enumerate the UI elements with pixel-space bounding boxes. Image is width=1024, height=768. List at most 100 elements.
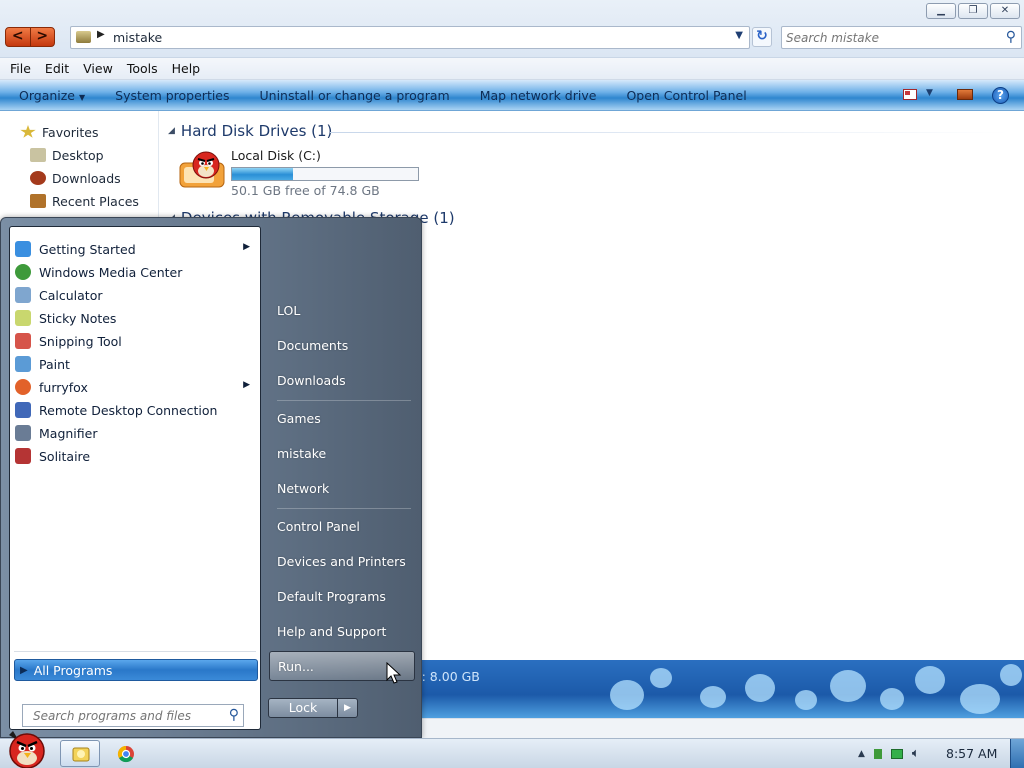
program-label: Magnifier [39,425,98,441]
taskbar-chrome-button[interactable] [106,740,146,767]
start-place-default-programs[interactable]: Default Programs [269,581,415,611]
start-search-input[interactable] [33,707,213,724]
program-furryfox[interactable]: furryfox ▶ [12,376,258,398]
breadcrumb-mistake[interactable]: mistake [113,30,162,45]
network-icon[interactable] [890,748,903,759]
system-properties-button[interactable]: System properties [100,88,244,103]
nav-item-label: Downloads [52,170,121,186]
nav-downloads[interactable]: Downloads [30,168,121,188]
program-label: Solitaire [39,448,91,464]
submenu-arrow-icon[interactable]: ▶ [243,242,250,252]
search-icon[interactable]: ⚲ [1006,29,1016,45]
start-place-devices-printers[interactable]: Devices and Printers [269,546,415,576]
magnifier-icon [15,425,31,441]
sticky-notes-icon [15,310,31,326]
place-label: Devices and Printers [277,553,406,569]
menu-tools[interactable]: Tools [120,61,165,76]
search-box[interactable]: ⚲ [781,26,1022,49]
back-forward-buttons[interactable]: < > [5,27,55,47]
place-label: mistake [277,445,327,461]
start-place-help-support[interactable]: Help and Support [269,616,415,646]
snipping-tool-icon [15,333,31,349]
disk-usage-bar [231,167,419,181]
divider [277,508,411,509]
show-hidden-icons-icon[interactable]: ▲ [858,749,865,759]
search-input[interactable] [786,29,996,46]
nav-item-label: Favorites [42,124,99,140]
menu-help[interactable]: Help [165,61,208,76]
program-sticky-notes[interactable]: Sticky Notes [12,307,258,329]
map-network-drive-button[interactable]: Map network drive [465,88,612,103]
organize-button[interactable]: Organize ▼ [4,88,100,103]
address-bar[interactable]: ▶ mistake ▼ [70,26,750,49]
shutdown-options-arrow-icon[interactable]: ▶ [337,698,358,718]
view-dropdown-icon[interactable]: ▼ [926,88,933,98]
start-place-control-panel[interactable]: Control Panel [269,511,415,541]
program-calculator[interactable]: Calculator [12,284,258,306]
system-tray: ▲ 🔈︎ [858,746,920,761]
nav-desktop[interactable]: Desktop [30,145,104,165]
start-place-documents[interactable]: Documents [269,330,415,360]
menu-view[interactable]: View [76,61,120,76]
menu-file[interactable]: File [3,61,38,76]
start-place-games[interactable]: Games [269,403,415,433]
search-icon[interactable]: ⚲ [229,707,239,723]
program-solitaire[interactable]: Solitaire [12,445,258,467]
all-programs-button[interactable]: ▶ All Programs [14,659,258,681]
minimize-button[interactable]: ▁ [926,3,956,19]
program-snipping-tool[interactable]: Snipping Tool [12,330,258,352]
preview-pane-icon[interactable] [957,89,973,100]
program-label: Getting Started [39,241,136,257]
address-dropdown-icon[interactable]: ▼ [735,30,743,41]
menu-edit[interactable]: Edit [38,61,76,76]
group-title: Hard Disk Drives (1) [180,122,333,140]
divider [14,651,256,652]
refresh-icon[interactable]: ↻ [752,27,772,47]
background-decoration [1000,664,1022,686]
clock[interactable]: 8:57 AM [946,746,997,761]
program-label: Calculator [39,287,103,303]
back-arrow-icon[interactable]: < [6,28,31,46]
local-disk-name[interactable]: Local Disk (C:) [231,148,321,163]
close-button[interactable]: ✕ [990,3,1020,19]
nav-favorites[interactable]: Favorites [20,122,98,142]
disk-usage-fill [232,168,294,180]
group-hard-disk-drives[interactable]: ◢ Hard Disk Drives (1) [168,121,332,141]
volume-icon[interactable]: 🔈︎ [912,746,920,761]
start-place-lol[interactable]: LOL [269,295,415,325]
action-center-flag-icon[interactable] [873,748,882,759]
start-button-icon[interactable] [3,727,51,768]
lock-button[interactable]: Lock [268,698,338,718]
expand-arrow-icon: ▶ [20,664,28,676]
show-desktop-button[interactable] [1010,739,1024,768]
nav-recent-places[interactable]: Recent Places [30,191,139,211]
program-getting-started[interactable]: Getting Started ▶ [12,238,258,260]
change-view-icon[interactable] [903,89,917,100]
organize-label: Organize [19,87,75,103]
start-place-downloads[interactable]: Downloads [269,365,415,395]
collapse-triangle-icon[interactable]: ◢ [168,126,175,136]
local-disk-icon[interactable] [178,149,226,191]
taskbar-explorer-button[interactable] [60,740,100,767]
lock-label: Lock [288,700,318,715]
place-label: Downloads [277,372,346,388]
calculator-icon [15,287,31,303]
submenu-arrow-icon[interactable]: ▶ [243,380,250,390]
start-place-network[interactable]: Network [269,473,415,503]
restore-button[interactable]: ❐ [958,3,988,19]
program-magnifier[interactable]: Magnifier [12,422,258,444]
program-windows-media-center[interactable]: Windows Media Center [12,261,258,283]
nav-item-label: Recent Places [52,193,139,209]
start-search-box[interactable]: ⚲ [22,704,244,727]
background-decoration [830,670,866,702]
place-label: Run... [278,658,314,674]
uninstall-program-button[interactable]: Uninstall or change a program [245,88,465,103]
program-remote-desktop-connection[interactable]: Remote Desktop Connection [12,399,258,421]
breadcrumb-arrow-icon[interactable]: ▶ [97,29,105,40]
forward-arrow-icon[interactable]: > [31,28,55,46]
start-place-mistake[interactable]: mistake [269,438,415,468]
organize-arrow-icon: ▼ [78,92,86,102]
program-paint[interactable]: Paint [12,353,258,375]
help-icon[interactable]: ? [992,87,1009,104]
open-control-panel-button[interactable]: Open Control Panel [611,88,761,103]
